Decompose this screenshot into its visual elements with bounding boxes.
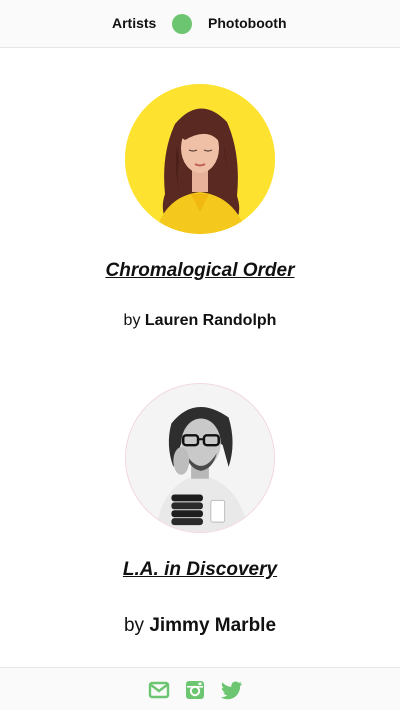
portrait-image [126, 384, 274, 532]
page: Artists Photobooth Chromalogical Order b… [0, 0, 400, 710]
portrait-image [125, 84, 275, 234]
artist-card: Chromalogical Order by Lauren Randolph [0, 84, 400, 330]
byline-prefix: by [123, 615, 150, 636]
artist-card: L.A. in Discovery by Jimmy Marble [0, 383, 400, 637]
top-nav: Artists Photobooth [0, 0, 400, 48]
artist-byline: by Jimmy Marble [0, 615, 400, 637]
instagram-icon[interactable] [184, 679, 206, 701]
artist-avatar[interactable] [125, 383, 275, 533]
social-footer [0, 667, 400, 710]
logo-dot[interactable] [172, 14, 192, 34]
mail-icon[interactable] [148, 679, 170, 701]
byline-prefix: by [123, 312, 145, 329]
artist-name: Lauren Randolph [144, 312, 277, 329]
nav-artists-link[interactable]: Artists [112, 15, 156, 31]
twitter-icon[interactable] [220, 679, 243, 701]
artist-avatar[interactable] [125, 84, 275, 234]
artist-byline: by Lauren Randolph [0, 312, 400, 330]
artist-name: Jimmy Marble [149, 615, 277, 636]
nav-photobooth-link[interactable]: Photobooth [208, 15, 287, 31]
artwork-title-link[interactable]: L.A. in Discovery [0, 559, 400, 581]
artwork-title-link[interactable]: Chromalogical Order [0, 260, 400, 282]
